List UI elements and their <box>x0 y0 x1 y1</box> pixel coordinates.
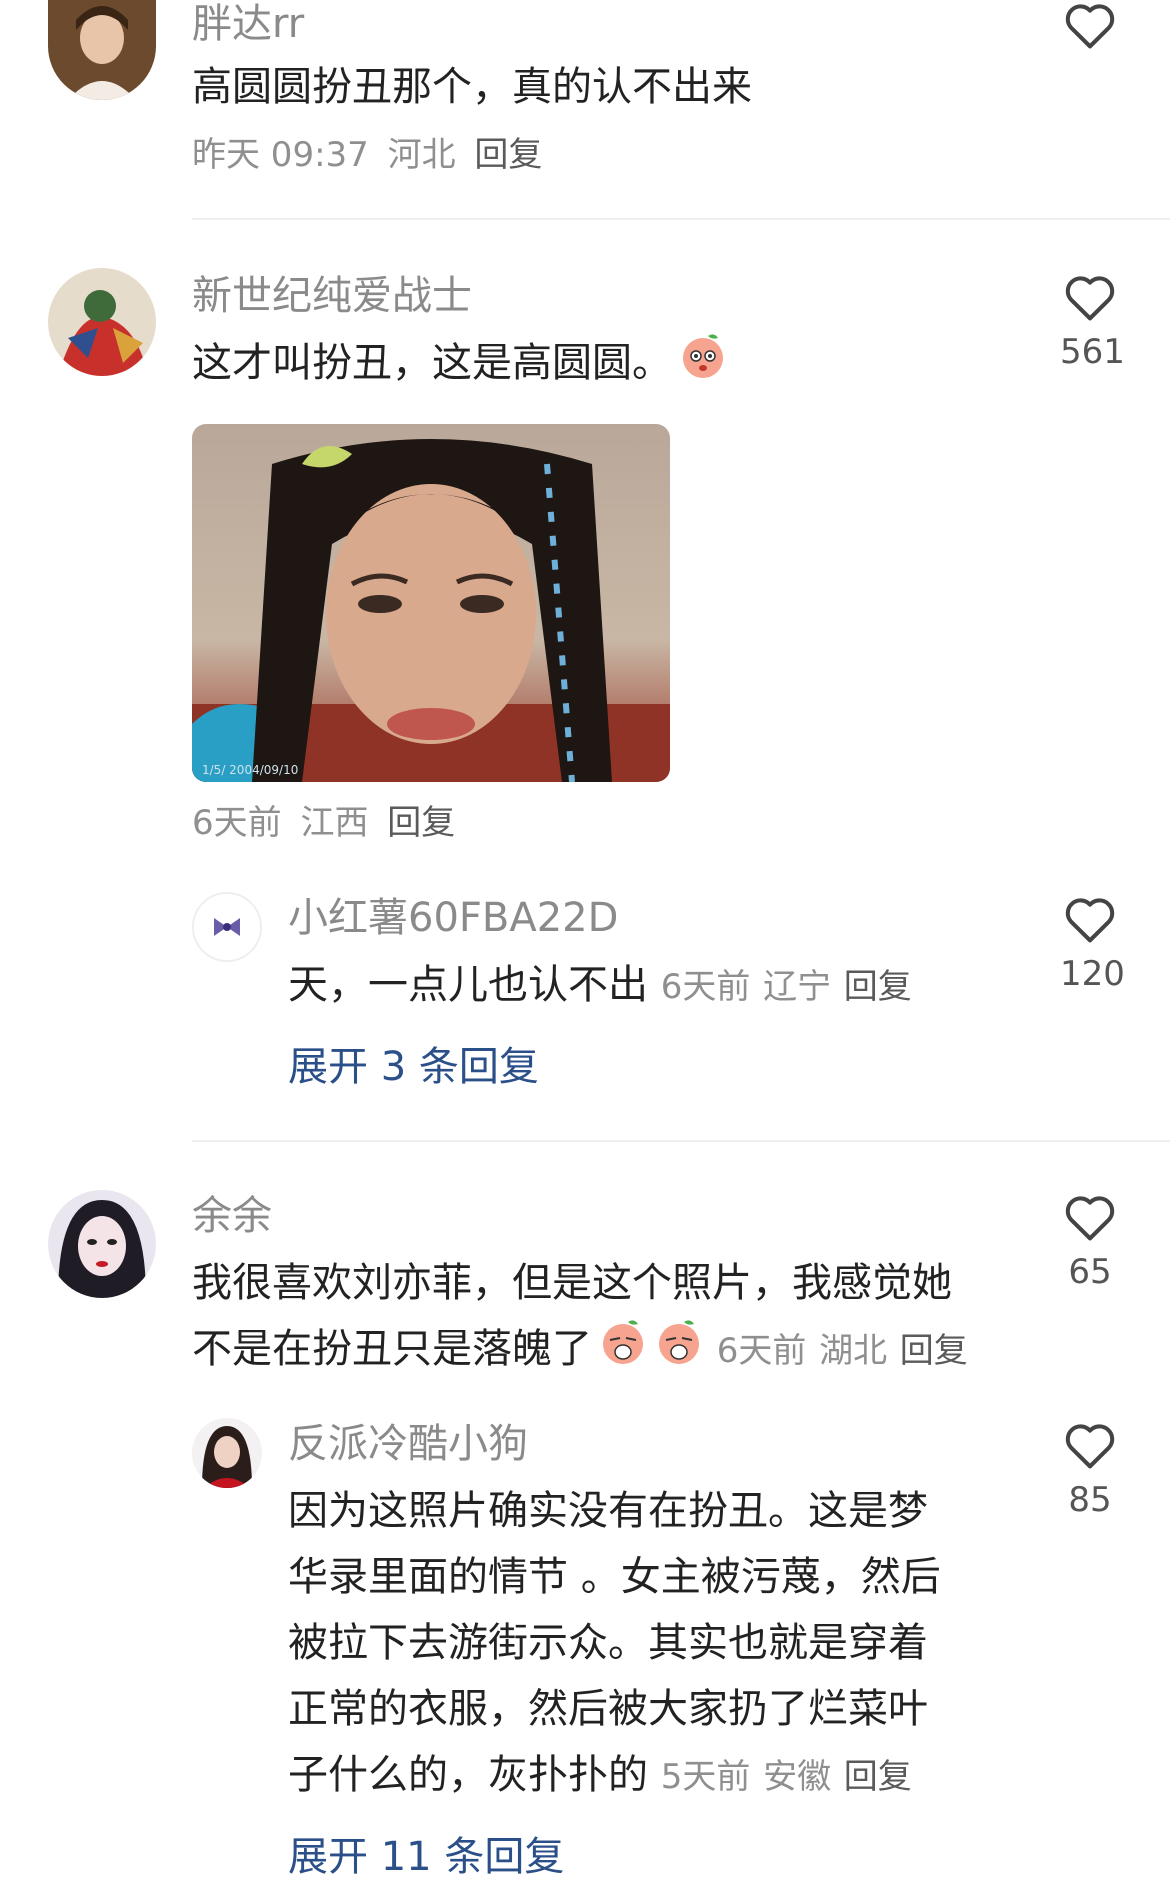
comment-username[interactable]: 余余 <box>192 1192 272 1240</box>
comment-time: 6天前 <box>716 1331 807 1371</box>
comment-text: 高圆圆扮丑那个，真的认不出来 <box>192 64 752 110</box>
comment-username[interactable]: 新世纪纯爱战士 <box>192 272 472 320</box>
reply-text-line: 华录里面的情节 。女主被污蔑，然后 <box>288 1554 941 1600</box>
reply-location: 辽宁 <box>763 967 832 1007</box>
comment-meta: 昨天 09:37 河北 回复 <box>192 134 550 176</box>
reply-text-line: 子什么的，灰扑扑的 <box>288 1752 648 1798</box>
like-button[interactable] <box>1060 0 1120 50</box>
comment-location: 湖北 <box>819 1331 888 1371</box>
reply-text-content: 天，一点儿也认不出 <box>288 962 648 1008</box>
comment-text-content: 这才叫扮丑，这是高圆圆。 <box>192 340 672 386</box>
like-button[interactable]: 65 <box>1060 1192 1120 1294</box>
avatar[interactable] <box>192 892 262 962</box>
divider <box>192 1140 1170 1142</box>
photo-placeholder: 1/5/ 2004/09/10 <box>192 424 670 782</box>
avatar[interactable] <box>48 268 156 376</box>
heart-outline-icon <box>1065 898 1115 943</box>
reply-text-line: 被拉下去游街示众。其实也就是穿着 <box>288 1620 928 1666</box>
comment-location: 河北 <box>387 135 456 175</box>
reply-text: 因为这照片确实没有在扮丑。这是梦 华录里面的情节 。女主被污蔑，然后 被拉下去游… <box>288 1478 1028 1810</box>
comment-location: 江西 <box>300 803 369 843</box>
crying-face-emoji <box>654 1316 704 1386</box>
reply-text-last-line: 子什么的，灰扑扑的 5天前 安徽 回复 <box>288 1742 1028 1810</box>
image-watermark: 1/5/ 2004/09/10 <box>202 763 298 777</box>
like-count: 85 <box>1068 1480 1112 1520</box>
like-count: 120 <box>1060 954 1125 994</box>
heart-outline-icon <box>1065 4 1115 49</box>
comment-text: 这才叫扮丑，这是高圆圆。 <box>192 330 728 400</box>
like-button[interactable]: 85 <box>1060 1420 1120 1522</box>
reply-username[interactable]: 小红薯60FBA22D <box>288 894 618 942</box>
comment-text: 我很喜欢刘亦菲，但是这个照片，我感觉她 不是在扮丑只是落魄了 6天前 湖北 回复 <box>192 1250 1032 1386</box>
reply-time: 6天前 <box>660 967 751 1007</box>
reply-button[interactable]: 回复 <box>474 135 542 175</box>
expand-replies-button[interactable]: 展开 11 条回复 <box>288 1832 564 1882</box>
comment-image[interactable]: 1/5/ 2004/09/10 <box>192 424 670 782</box>
reply-text: 天，一点儿也认不出 6天前 辽宁 回复 <box>288 952 912 1020</box>
reply-button[interactable]: 回复 <box>844 967 912 1007</box>
reply-time: 5天前 <box>660 1757 751 1797</box>
reply-username[interactable]: 反派冷酷小狗 <box>288 1420 528 1468</box>
comment-text-line: 我很喜欢刘亦菲，但是这个照片，我感觉她 <box>192 1260 952 1306</box>
reply-text-line: 因为这照片确实没有在扮丑。这是梦 <box>288 1488 928 1534</box>
comment-text-content: 不是在扮丑只是落魄了 <box>192 1326 592 1372</box>
comment-time: 6天前 <box>192 803 282 843</box>
heart-outline-icon <box>1065 1196 1115 1241</box>
like-button[interactable]: 120 <box>1060 894 1125 996</box>
heart-outline-icon <box>1065 1424 1115 1469</box>
reply-location: 安徽 <box>763 1757 832 1797</box>
reply-text-line: 正常的衣服，然后被大家扔了烂菜叶 <box>288 1686 928 1732</box>
reply-button[interactable]: 回复 <box>844 1757 912 1797</box>
peach-face-emoji <box>678 330 728 400</box>
like-count: 65 <box>1068 1252 1112 1292</box>
expand-replies-button[interactable]: 展开 3 条回复 <box>288 1042 539 1092</box>
avatar[interactable] <box>192 1418 262 1488</box>
heart-outline-icon <box>1065 276 1115 321</box>
divider <box>192 218 1170 220</box>
comment-username[interactable]: 胖达rr <box>192 0 304 48</box>
reply-button[interactable]: 回复 <box>900 1331 968 1371</box>
comment-text-line-2: 不是在扮丑只是落魄了 6天前 湖北 回复 <box>192 1316 1032 1386</box>
like-count: 561 <box>1060 332 1125 372</box>
avatar[interactable] <box>48 0 156 100</box>
like-button[interactable]: 561 <box>1060 272 1125 374</box>
comment-time: 昨天 09:37 <box>192 135 369 175</box>
reply-button[interactable]: 回复 <box>387 803 455 843</box>
comment-meta: 6天前 江西 回复 <box>192 802 463 844</box>
avatar[interactable] <box>48 1190 156 1298</box>
crying-face-emoji <box>598 1316 648 1386</box>
